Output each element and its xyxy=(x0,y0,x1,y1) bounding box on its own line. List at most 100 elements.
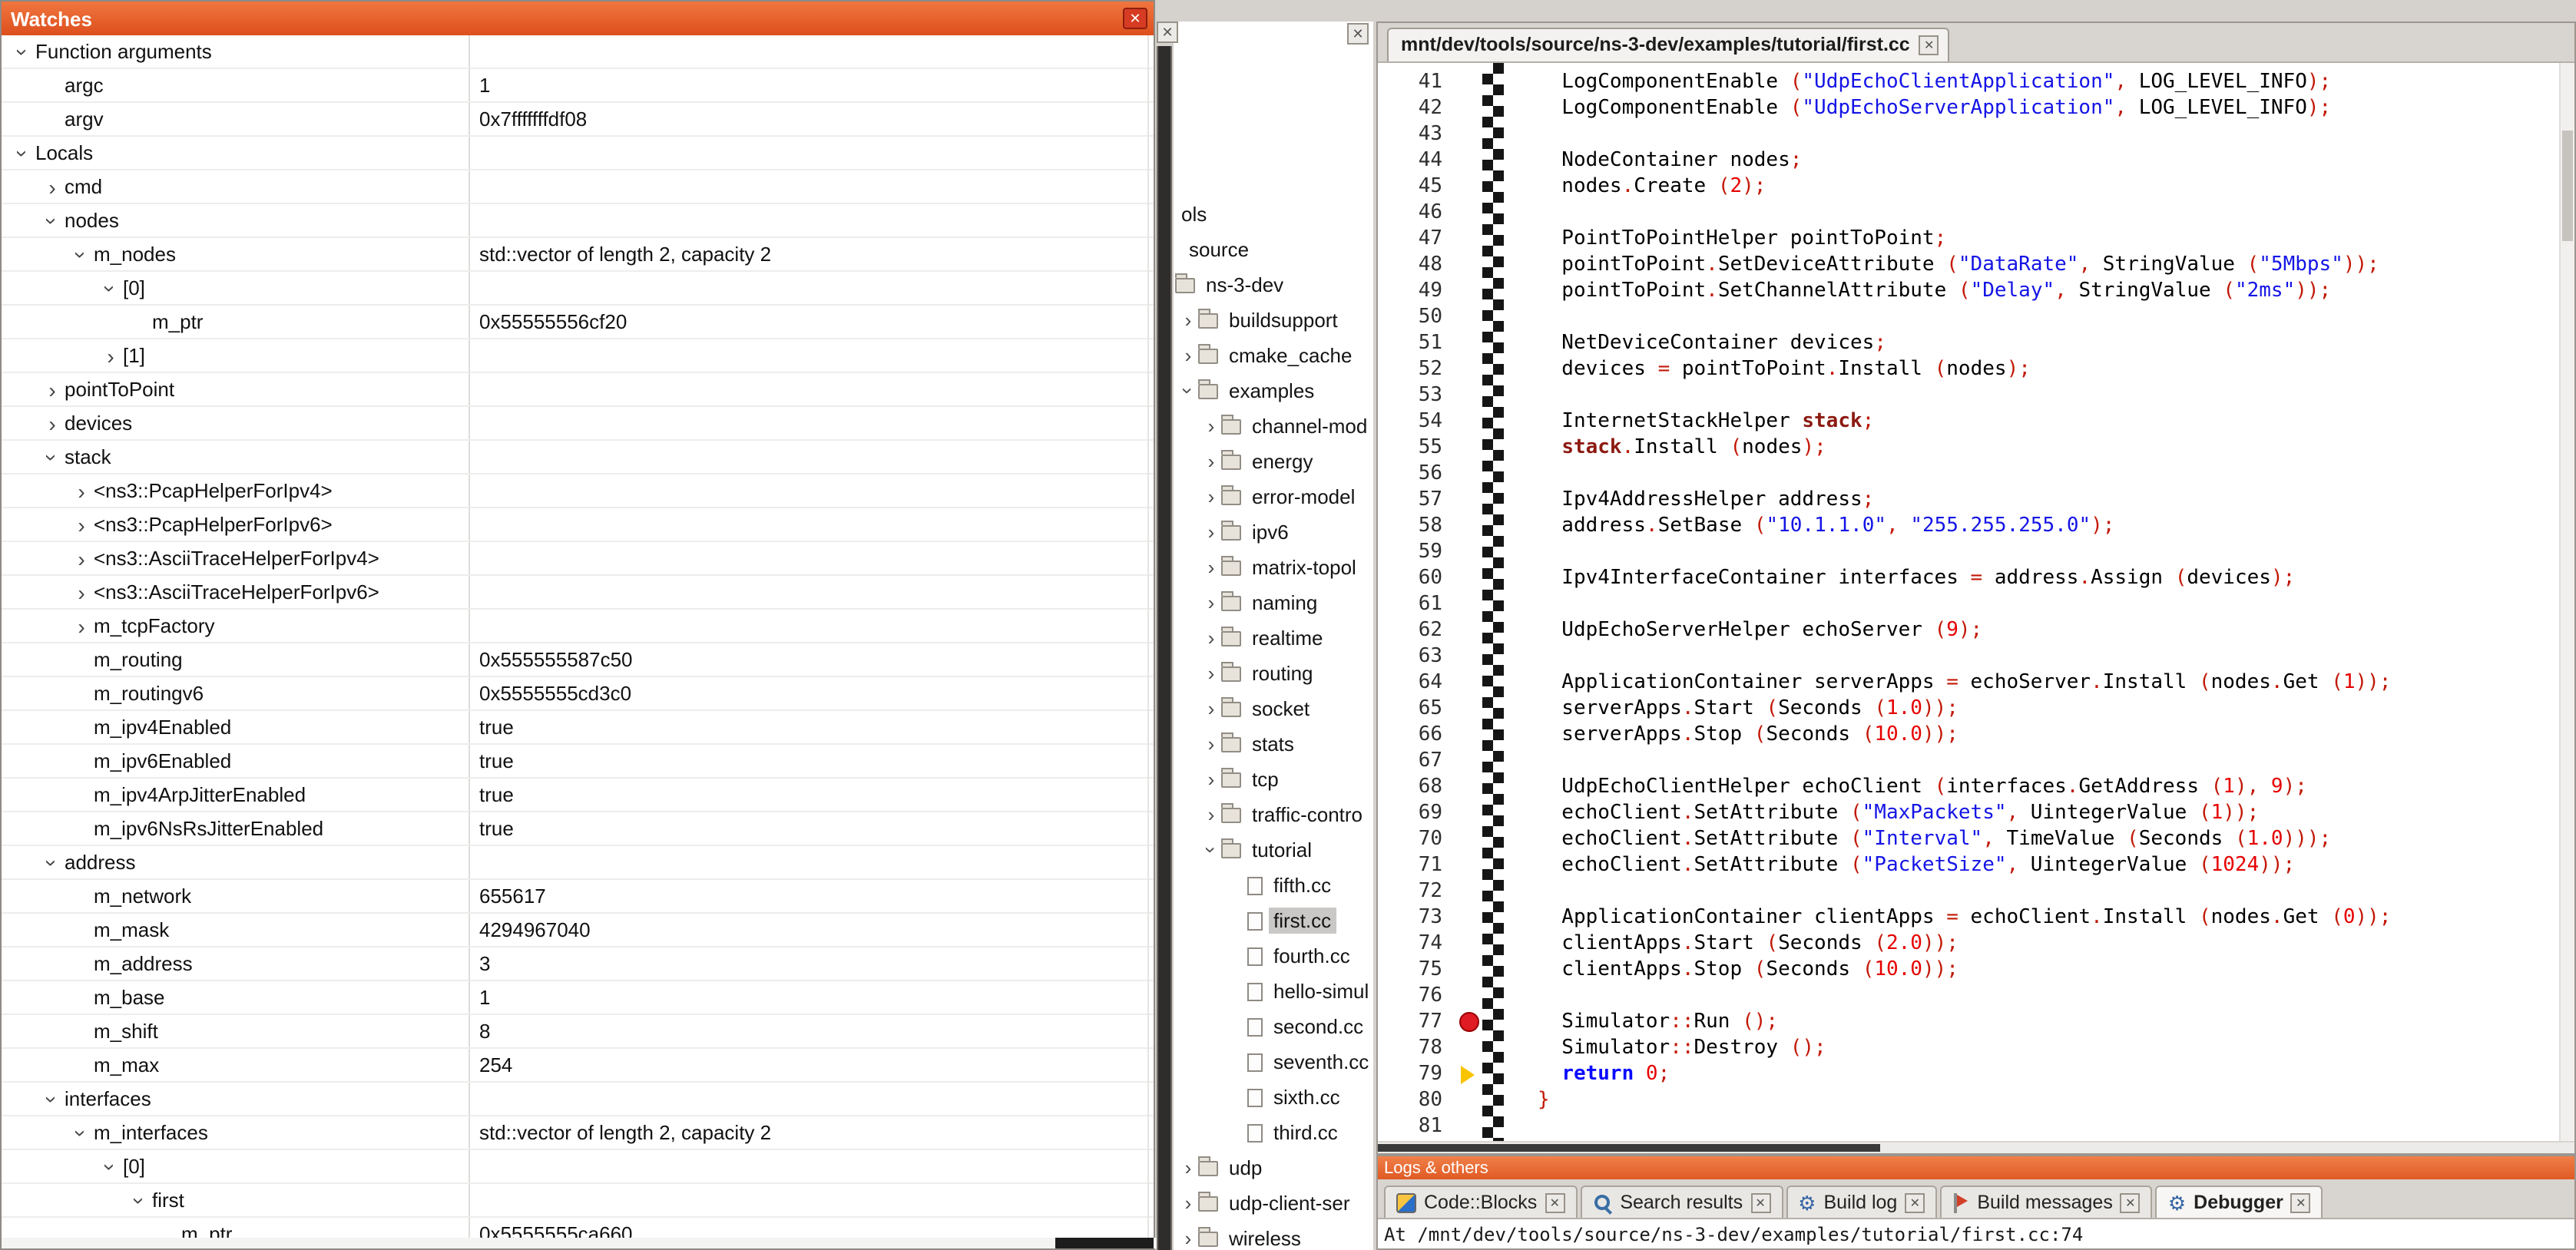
line-number[interactable]: 79 xyxy=(1378,1061,1458,1087)
collapse-arrow-icon[interactable]: › xyxy=(71,1120,92,1145)
expand-arrow-icon[interactable]: › xyxy=(1201,487,1221,507)
logs-tab-code-blocks[interactable]: Code::Blocks✕ xyxy=(1384,1186,1577,1218)
line-number[interactable]: 65 xyxy=(1378,696,1458,722)
code-line[interactable]: 60 Ipv4InterfaceContainer interfaces = a… xyxy=(1378,565,2559,591)
tree-item[interactable]: ›channel-mod xyxy=(1201,408,1373,444)
line-number[interactable]: 69 xyxy=(1378,800,1458,826)
watch-row[interactable]: ›[0] xyxy=(2,1150,1154,1184)
code-line[interactable]: 53 xyxy=(1378,382,2559,408)
gutter-icon-cell[interactable] xyxy=(1458,957,1482,983)
line-number[interactable]: 72 xyxy=(1378,878,1458,904)
expand-arrow-icon[interactable]: › xyxy=(69,581,94,603)
tree-item[interactable]: ›stats xyxy=(1201,726,1373,762)
line-number[interactable]: 63 xyxy=(1378,643,1458,670)
collapse-arrow-icon[interactable]: › xyxy=(1178,381,1198,401)
line-number[interactable]: 66 xyxy=(1378,722,1458,748)
expand-arrow-icon[interactable]: › xyxy=(40,379,65,400)
expand-arrow-icon[interactable]: › xyxy=(1201,734,1221,754)
code-line[interactable]: 61 xyxy=(1378,591,2559,617)
gutter-icon-cell[interactable] xyxy=(1458,748,1482,774)
line-number[interactable]: 70 xyxy=(1378,826,1458,852)
line-number[interactable]: 47 xyxy=(1378,226,1458,252)
tree-item[interactable]: second.cc xyxy=(1224,1009,1373,1044)
expand-arrow-icon[interactable]: › xyxy=(69,514,94,535)
code-line[interactable]: 69 echoClient.SetAttribute ("MaxPackets"… xyxy=(1378,800,2559,826)
gutter-icon-cell[interactable] xyxy=(1458,643,1482,670)
code-line[interactable]: 81 xyxy=(1378,1113,2559,1139)
watch-row[interactable]: ›[1] xyxy=(2,339,1154,373)
watches-close-button[interactable]: ✕ xyxy=(1123,8,1147,29)
gutter-icon-cell[interactable] xyxy=(1458,513,1482,539)
watch-row[interactable]: m_ipv6NsRsJitterEnabledtrue xyxy=(2,812,1154,846)
editor-horizontal-scrollbar[interactable] xyxy=(1378,1141,2574,1153)
watch-row[interactable]: m_routing0x555555587c50 xyxy=(2,643,1154,677)
watch-row[interactable]: argv0x7fffffffdf08 xyxy=(2,103,1154,137)
gutter-icon-cell[interactable] xyxy=(1458,69,1482,95)
code-line[interactable]: 78 Simulator::Destroy (); xyxy=(1378,1035,2559,1061)
gutter-icon-cell[interactable] xyxy=(1458,617,1482,643)
scrollbar-thumb[interactable] xyxy=(1055,1238,1154,1248)
logs-tab-debugger[interactable]: ⚙Debugger✕ xyxy=(2156,1186,2323,1218)
tree-item[interactable]: source xyxy=(1184,232,1373,267)
expand-arrow-icon[interactable]: › xyxy=(1178,1158,1198,1178)
tree-item[interactable]: ›ns-3-dev xyxy=(1174,267,1373,303)
tree-item[interactable]: ›error-model xyxy=(1201,479,1373,514)
expand-arrow-icon[interactable]: › xyxy=(1201,593,1221,613)
code-line[interactable]: 73 ApplicationContainer clientApps = ech… xyxy=(1378,904,2559,931)
gutter-icon-cell[interactable] xyxy=(1458,487,1482,513)
editor-tab-close-button[interactable]: ✕ xyxy=(1919,35,1939,55)
line-number[interactable]: 45 xyxy=(1378,174,1458,200)
expand-arrow-icon[interactable]: › xyxy=(1201,451,1221,471)
code-line[interactable]: 68 UdpEchoClientHelper echoClient (inter… xyxy=(1378,774,2559,800)
expand-arrow-icon[interactable]: › xyxy=(40,412,65,434)
code-line[interactable]: 41 LogComponentEnable ("UdpEchoClientApp… xyxy=(1378,69,2559,95)
line-number[interactable]: 61 xyxy=(1378,591,1458,617)
expand-arrow-icon[interactable]: › xyxy=(1201,663,1221,683)
pane-close-button[interactable]: ✕ xyxy=(1157,21,1178,43)
gutter-icon-cell[interactable] xyxy=(1458,304,1482,330)
watch-row[interactable]: m_ipv4Enabledtrue xyxy=(2,711,1154,745)
expand-arrow-icon[interactable]: › xyxy=(1201,805,1221,825)
code-line[interactable]: 64 ApplicationContainer serverApps = ech… xyxy=(1378,670,2559,696)
code-line[interactable]: 74 clientApps.Start (Seconds (2.0)); xyxy=(1378,931,2559,957)
line-number[interactable]: 53 xyxy=(1378,382,1458,408)
gutter-icon-cell[interactable] xyxy=(1458,800,1482,826)
tree-item[interactable]: sixth.cc xyxy=(1224,1080,1373,1115)
line-number[interactable]: 81 xyxy=(1378,1113,1458,1139)
expand-arrow-icon[interactable]: › xyxy=(1201,628,1221,648)
line-number[interactable]: 67 xyxy=(1378,748,1458,774)
gutter-icon-cell[interactable] xyxy=(1458,931,1482,957)
code-line[interactable]: 65 serverApps.Start (Seconds (1.0)); xyxy=(1378,696,2559,722)
line-number[interactable]: 60 xyxy=(1378,565,1458,591)
line-number[interactable]: 44 xyxy=(1378,147,1458,174)
code-line[interactable]: 63 xyxy=(1378,643,2559,670)
collapse-arrow-icon[interactable]: › xyxy=(100,276,121,300)
collapse-arrow-icon[interactable]: › xyxy=(41,1086,63,1111)
expand-arrow-icon[interactable]: › xyxy=(1178,1193,1198,1213)
gutter-icon-cell[interactable] xyxy=(1458,696,1482,722)
watch-row[interactable]: ›devices xyxy=(2,407,1154,441)
code-line[interactable]: 52 devices = pointToPoint.Install (nodes… xyxy=(1378,356,2559,382)
breakpoint-icon[interactable] xyxy=(1459,1012,1479,1032)
watch-row[interactable]: m_max254 xyxy=(2,1049,1154,1083)
tree-item[interactable]: third.cc xyxy=(1224,1115,1373,1150)
code-line[interactable]: 77 Simulator::Run (); xyxy=(1378,1009,2559,1035)
tree-item[interactable]: ›socket xyxy=(1201,691,1373,726)
gutter-icon-cell[interactable] xyxy=(1458,826,1482,852)
line-number[interactable]: 46 xyxy=(1378,200,1458,226)
watch-row[interactable]: ›Function arguments xyxy=(2,35,1154,69)
gutter-icon-cell[interactable] xyxy=(1458,95,1482,121)
code-line[interactable]: 80} xyxy=(1378,1087,2559,1113)
collapse-arrow-icon[interactable]: › xyxy=(71,242,92,266)
gutter-icon-cell[interactable] xyxy=(1458,565,1482,591)
tree-item[interactable]: fourth.cc xyxy=(1224,938,1373,974)
watch-row[interactable]: argc1 xyxy=(2,69,1154,103)
collapse-arrow-icon[interactable]: › xyxy=(129,1188,151,1212)
line-number[interactable]: 49 xyxy=(1378,278,1458,304)
gutter-icon-cell[interactable] xyxy=(1458,722,1482,748)
tree-item[interactable]: ›wireless xyxy=(1178,1221,1373,1250)
watches-titlebar[interactable]: Watches ✕ xyxy=(2,2,1154,35)
expand-arrow-icon[interactable]: › xyxy=(69,615,94,637)
code-line[interactable]: 47 PointToPointHelper pointToPoint; xyxy=(1378,226,2559,252)
gutter-icon-cell[interactable] xyxy=(1458,435,1482,461)
